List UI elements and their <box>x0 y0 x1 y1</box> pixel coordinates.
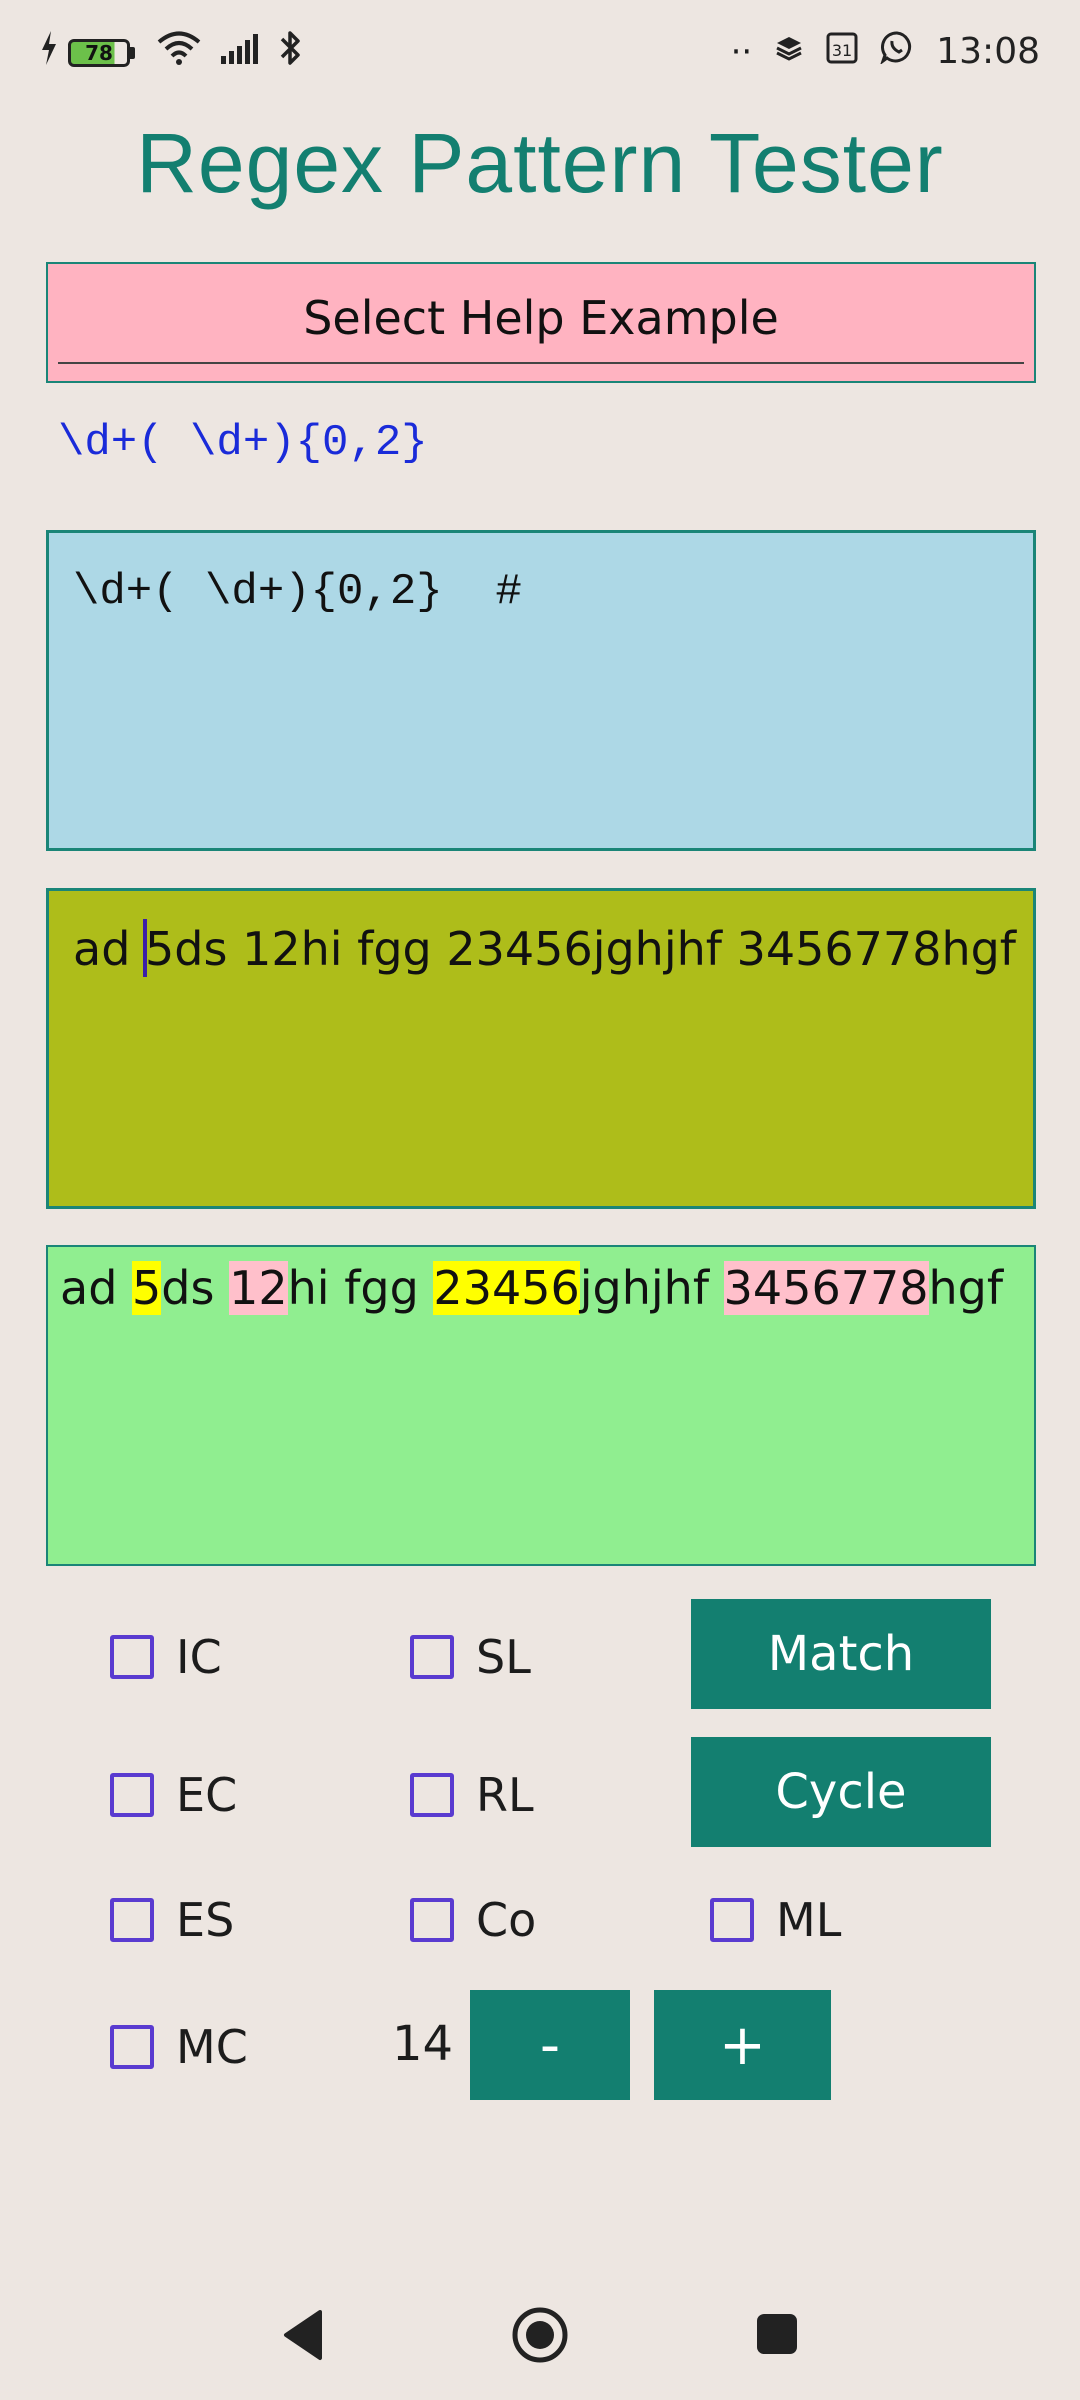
calendar-icon: 31 <box>826 30 858 73</box>
option-mc[interactable]: MC <box>110 2020 248 2074</box>
result-segment: hi fgg <box>287 1261 434 1315</box>
select-underline <box>58 362 1024 364</box>
result-segment: ad <box>60 1261 133 1315</box>
option-es[interactable]: ES <box>110 1893 234 1947</box>
option-es-label: ES <box>176 1893 235 1947</box>
result-segment: hgf <box>928 1261 1004 1315</box>
option-ec[interactable]: EC <box>110 1768 237 1822</box>
bluetooth-icon <box>279 30 303 75</box>
status-bar: 78 ·· 31 13:08 <box>0 0 1080 105</box>
app-title: Regex Pattern Tester <box>136 116 944 210</box>
checkbox-ic[interactable] <box>110 1635 154 1679</box>
checkbox-ec[interactable] <box>110 1773 154 1817</box>
option-sl[interactable]: SL <box>410 1630 531 1684</box>
option-co-label: Co <box>476 1893 537 1947</box>
option-rl[interactable]: RL <box>410 1768 534 1822</box>
home-icon[interactable] <box>510 2305 570 2369</box>
increase-button[interactable]: + <box>654 1990 831 2100</box>
navigation-bar <box>0 2280 1080 2390</box>
option-rl-label: RL <box>476 1768 534 1822</box>
match-result: ad 5ds 12hi fgg 23456jghjhf 3456778hgf <box>46 1245 1036 1566</box>
checkbox-co[interactable] <box>410 1898 454 1942</box>
result-segment: jghjhf <box>579 1261 724 1315</box>
checkbox-mc[interactable] <box>110 2025 154 2069</box>
battery-icon: 78 <box>68 38 135 67</box>
option-ec-label: EC <box>176 1768 238 1822</box>
option-ic[interactable]: IC <box>110 1630 222 1684</box>
test-text-before-cursor: ad <box>73 922 146 976</box>
checkbox-rl[interactable] <box>410 1773 454 1817</box>
pattern-input[interactable]: \d+( \d+){0,2} # <box>46 530 1036 851</box>
test-string-input[interactable]: ad 5ds 12hi fgg 23456jghjhf 3456778hgf <box>46 888 1036 1209</box>
checkbox-es[interactable] <box>110 1898 154 1942</box>
pattern-echo: \d+( \d+){0,2} <box>58 418 428 468</box>
option-co[interactable]: Co <box>410 1893 536 1947</box>
option-sl-label: SL <box>476 1630 531 1684</box>
signal-icon <box>219 32 265 73</box>
battery-level: 78 <box>68 38 130 67</box>
match-button[interactable]: Match <box>691 1599 991 1709</box>
checkbox-sl[interactable] <box>410 1635 454 1679</box>
decrease-button[interactable]: - <box>470 1990 630 2100</box>
test-text-after-cursor: 5ds 12hi fgg 23456jghjhf 3456778hgf <box>145 922 1017 976</box>
match-highlight: 12 <box>229 1261 288 1315</box>
cycle-button[interactable]: Cycle <box>691 1737 991 1847</box>
match-highlight: 5 <box>132 1261 162 1315</box>
option-ml-label: ML <box>776 1893 842 1947</box>
option-ic-label: IC <box>176 1630 222 1684</box>
recents-icon[interactable] <box>755 2312 799 2360</box>
whatsapp-icon <box>880 30 914 73</box>
clock: 13:08 <box>936 31 1040 72</box>
help-example-select[interactable]: Select Help Example <box>46 262 1036 383</box>
status-left: 78 <box>40 30 303 75</box>
status-right: ·· 31 13:08 <box>731 30 1040 73</box>
option-mc-label: MC <box>176 2020 248 2074</box>
option-ml[interactable]: ML <box>710 1893 841 1947</box>
overflow-dots: ·· <box>730 31 753 72</box>
help-example-label: Select Help Example <box>303 291 779 345</box>
font-size-value: 14 <box>392 2016 454 2072</box>
back-icon[interactable] <box>280 2308 324 2366</box>
checkbox-ml[interactable] <box>710 1898 754 1942</box>
layers-icon <box>774 31 804 72</box>
match-highlight: 3456778 <box>723 1261 929 1315</box>
wifi-icon <box>157 31 201 74</box>
charging-icon <box>40 31 58 74</box>
svg-text:31: 31 <box>832 41 852 60</box>
result-segment: ds <box>161 1261 230 1315</box>
match-highlight: 23456 <box>433 1261 580 1315</box>
